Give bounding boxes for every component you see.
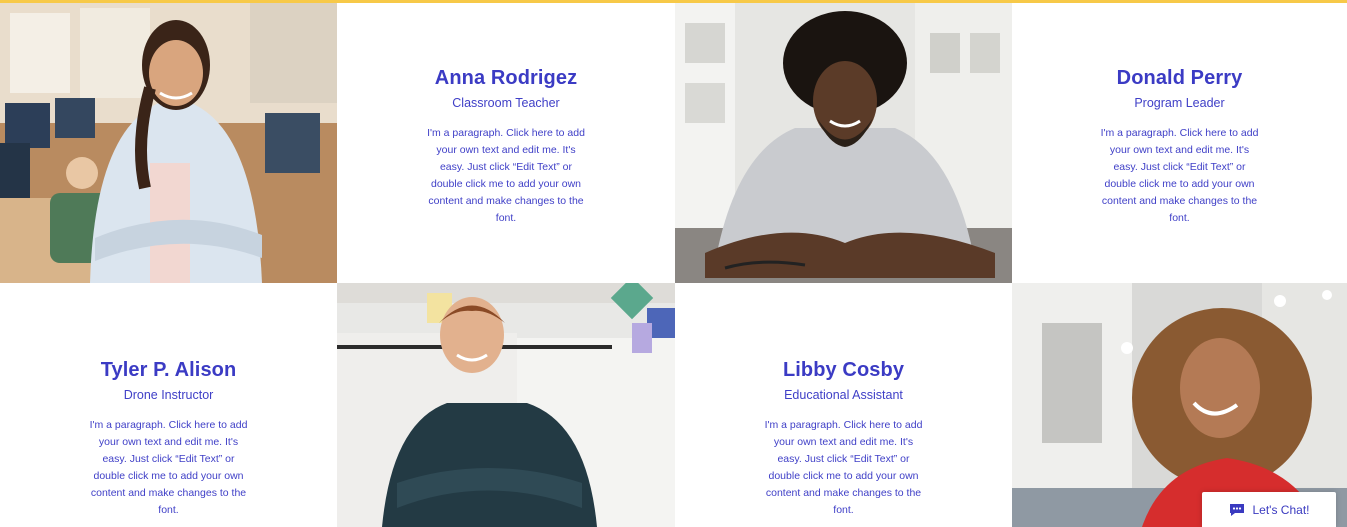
lets-chat-button[interactable]: Let's Chat! xyxy=(1202,492,1336,527)
team-card-tyler: Tyler P. Alison Drone Instructor I'm a p… xyxy=(0,283,337,527)
team-photo-anna xyxy=(0,3,337,283)
member-bio: I'm a paragraph. Click here to add your … xyxy=(89,419,248,516)
member-role: Classroom Teacher xyxy=(452,96,560,110)
team-card-donald: Donald Perry Program Leader I'm a paragr… xyxy=(1012,3,1347,283)
member-name: Anna Rodrigez xyxy=(434,67,578,89)
member-name: Donald Perry xyxy=(1116,67,1243,89)
team-photo-donald xyxy=(675,3,1012,283)
member-role: Drone Instructor xyxy=(123,388,214,402)
top-accent-rule xyxy=(0,0,1347,3)
chat-button-label: Let's Chat! xyxy=(1252,502,1310,517)
member-role: Educational Assistant xyxy=(784,388,903,402)
team-photo-libby xyxy=(1012,283,1347,527)
member-name: Libby Cosby xyxy=(782,359,905,381)
member-bio: I'm a paragraph. Click here to add your … xyxy=(427,127,585,224)
chat-bubble-icon xyxy=(1229,503,1244,516)
member-name: Tyler P. Alison xyxy=(100,359,237,381)
team-card-anna: Anna Rodrigez Classroom Teacher I'm a pa… xyxy=(337,3,675,283)
member-role: Program Leader xyxy=(1134,96,1225,110)
team-photo-tyler xyxy=(337,283,675,527)
team-grid: Anna Rodrigez Classroom Teacher I'm a pa… xyxy=(0,3,1347,527)
member-bio: I'm a paragraph. Click here to add your … xyxy=(764,419,923,516)
team-card-libby: Libby Cosby Educational Assistant I'm a … xyxy=(675,283,1012,527)
member-bio: I'm a paragraph. Click here to add your … xyxy=(1100,127,1259,224)
